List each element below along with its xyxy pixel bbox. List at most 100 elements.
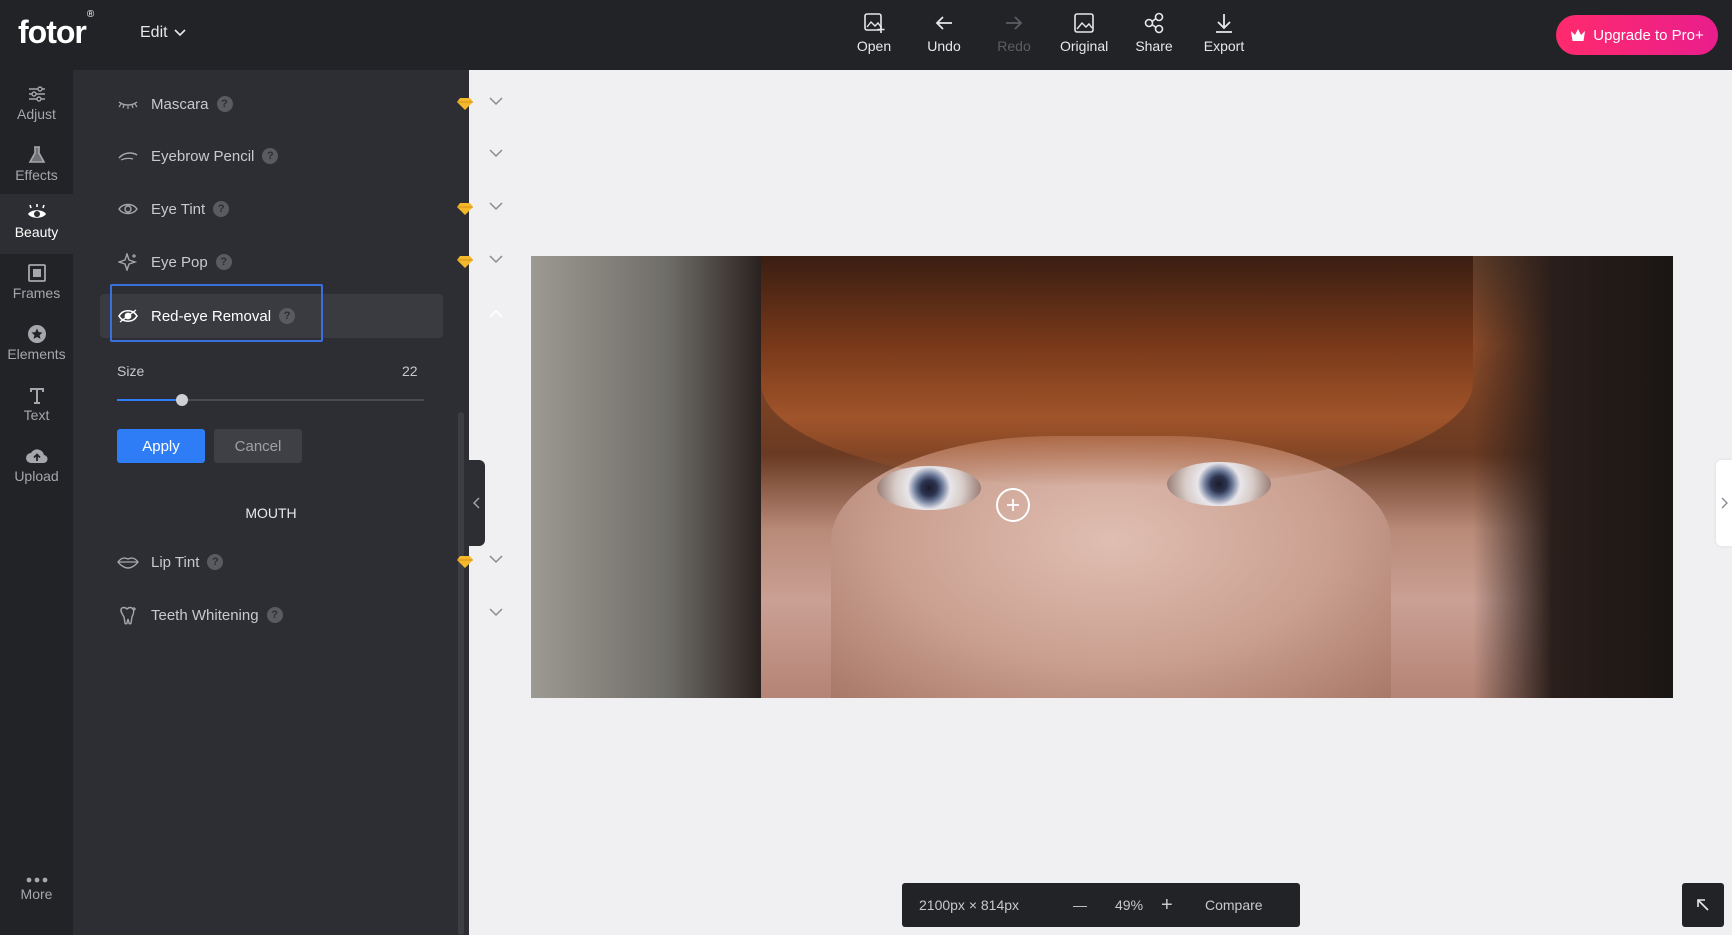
more-dots-icon — [26, 877, 47, 883]
edit-menu[interactable]: Edit — [140, 24, 186, 42]
rail-item-elements[interactable]: Elements — [0, 316, 73, 376]
frame-icon — [27, 264, 46, 282]
cancel-button[interactable]: Cancel — [214, 429, 302, 463]
rail-label-text: Text — [23, 407, 50, 423]
photo-background-right — [1473, 256, 1673, 698]
help-icon[interactable]: ? — [215, 254, 232, 270]
chevron-down-icon[interactable] — [489, 97, 503, 106]
chevron-down-icon[interactable] — [489, 555, 503, 564]
chevron-down-icon[interactable] — [489, 608, 503, 617]
help-icon[interactable]: ? — [207, 554, 224, 570]
photo-left-eye[interactable] — [877, 466, 981, 510]
apply-button[interactable]: Apply — [117, 429, 205, 463]
open-label: Open — [856, 38, 892, 54]
chevron-right-icon — [1721, 497, 1728, 509]
undo-label: Undo — [927, 38, 961, 54]
compare-button[interactable]: Compare — [1205, 897, 1263, 913]
chevron-down-icon[interactable] — [489, 149, 503, 158]
help-icon[interactable]: ? — [216, 96, 233, 112]
chevron-down-icon[interactable] — [489, 202, 503, 211]
panel-item-teeth-whitening[interactable]: Teeth Whitening ? — [117, 593, 503, 637]
panel-item-eye-tint[interactable]: Eye Tint ? — [117, 187, 503, 231]
panel-item-eyebrow-pencil[interactable]: Eyebrow Pencil ? — [117, 134, 503, 178]
upgrade-button[interactable]: Upgrade to Pro+ — [1556, 15, 1718, 55]
status-bar: 2100px × 814px — 49% + Compare — [902, 883, 1300, 927]
redo-button[interactable]: Redo — [990, 12, 1038, 54]
photo-hair — [761, 256, 1473, 486]
help-icon[interactable]: ? — [213, 201, 230, 217]
rail-item-effects[interactable]: Effects — [0, 137, 73, 197]
chevron-down-icon[interactable] — [489, 255, 503, 264]
premium-gem-icon — [457, 98, 473, 110]
photo-right-eye[interactable] — [1167, 462, 1271, 506]
help-icon[interactable]: ? — [279, 308, 296, 324]
export-button[interactable]: Export — [1200, 12, 1248, 54]
eye-icon — [117, 308, 139, 324]
eye-lash-icon — [27, 204, 46, 218]
arrow-up-left-icon — [1697, 899, 1709, 911]
rail-item-more[interactable]: More — [0, 870, 73, 930]
sparkle-icon — [117, 253, 139, 271]
size-slider-fill — [117, 399, 182, 401]
fit-screen-button[interactable] — [1682, 883, 1724, 927]
size-slider-thumb[interactable] — [176, 394, 188, 406]
red-eye-brush-cursor — [996, 488, 1030, 522]
share-icon — [1144, 12, 1164, 34]
export-label: Export — [1203, 38, 1245, 54]
panel-item-eye-pop[interactable]: Eye Pop ? — [117, 240, 503, 284]
left-rail: Adjust Effects Beauty Frames Elements Te… — [0, 70, 73, 935]
panel-item-label: Teeth Whitening — [151, 606, 259, 624]
expand-right-handle[interactable] — [1716, 460, 1732, 546]
size-label: Size — [117, 363, 145, 379]
rail-item-frames[interactable]: Frames — [0, 255, 73, 315]
rail-label-beauty: Beauty — [14, 224, 59, 240]
help-icon[interactable]: ? — [266, 607, 283, 623]
rail-item-beauty[interactable]: Beauty — [0, 194, 73, 254]
arrow-left-icon — [935, 16, 952, 30]
chevron-up-icon[interactable] — [489, 309, 503, 318]
zoom-level: 49% — [1115, 897, 1144, 913]
panel-item-red-eye-removal[interactable]: Red-eye Removal ? — [117, 294, 503, 338]
redo-label: Redo — [997, 38, 1031, 54]
panel-item-label: Eye Tint — [151, 200, 206, 218]
rail-label-frames: Frames — [12, 285, 61, 301]
rail-label-adjust: Adjust — [17, 106, 56, 122]
upgrade-label: Upgrade to Pro+ — [1593, 26, 1704, 44]
premium-gem-icon — [457, 556, 473, 568]
rail-label-elements: Elements — [7, 346, 66, 362]
help-icon[interactable]: ? — [262, 148, 279, 164]
collapse-panel-handle[interactable] — [469, 460, 485, 546]
mascara-icon — [117, 98, 139, 110]
edit-menu-label: Edit — [140, 24, 168, 41]
arrow-right-icon — [1006, 16, 1023, 30]
original-label: Original — [1060, 38, 1109, 54]
undo-button[interactable]: Undo — [920, 12, 968, 54]
zoom-out-button[interactable]: — — [1073, 897, 1093, 913]
chevron-left-icon — [473, 497, 480, 509]
open-button[interactable]: Open — [850, 12, 898, 54]
zoom-in-button[interactable]: + — [1161, 894, 1181, 917]
mouth-section-title: MOUTH — [245, 505, 297, 521]
top-bar: fotor® Edit Open Undo Redo Original Shar… — [0, 0, 1732, 70]
rail-label-upload: Upload — [14, 468, 59, 484]
sliders-icon — [28, 86, 45, 102]
panel-item-label: Eye Pop — [151, 253, 208, 271]
image-dimensions: 2100px × 814px — [919, 897, 1020, 913]
photo-canvas[interactable] — [531, 256, 1673, 698]
panel-item-lip-tint[interactable]: Lip Tint ? — [117, 540, 503, 584]
rail-item-upload[interactable]: Upload — [0, 438, 73, 498]
original-button[interactable]: Original — [1060, 12, 1108, 54]
rail-item-text[interactable]: Text — [0, 377, 73, 437]
fotor-logo[interactable]: fotor® — [18, 9, 94, 51]
panel-item-label: Eyebrow Pencil — [151, 147, 255, 165]
rail-item-adjust[interactable]: Adjust — [0, 76, 73, 136]
crown-icon — [1571, 29, 1586, 41]
toolbar: Open Undo Redo Original Share Export — [850, 12, 1248, 54]
panel-item-mascara[interactable]: Mascara ? — [117, 82, 503, 126]
image-icon — [1074, 13, 1094, 33]
panel-scrollbar[interactable] — [458, 412, 464, 935]
panel-item-label: Lip Tint — [151, 553, 200, 571]
photo-background-left — [531, 256, 761, 698]
share-button[interactable]: Share — [1130, 12, 1178, 54]
cloud-upload-icon — [25, 449, 48, 464]
